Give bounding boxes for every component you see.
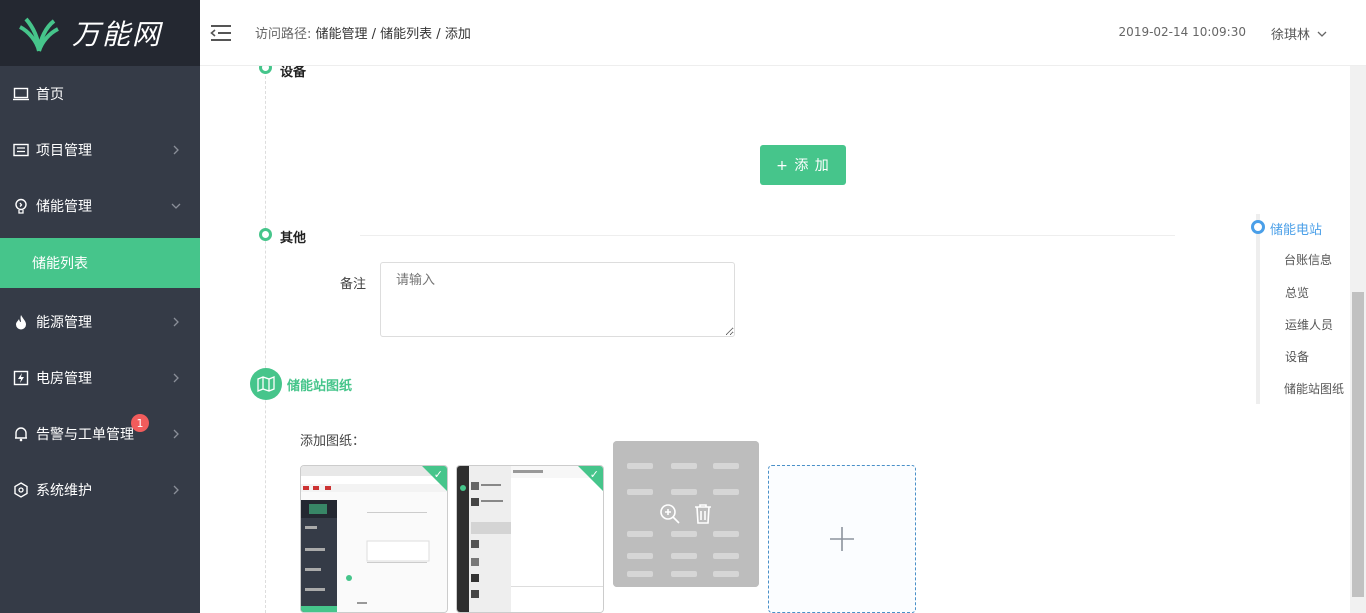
chevron-right-icon bbox=[173, 145, 179, 155]
current-datetime: 2019-02-14 10:09:30 bbox=[1118, 25, 1246, 39]
timeline-dot bbox=[259, 228, 272, 241]
anchor-rail bbox=[1256, 214, 1260, 404]
drawing-thumbnail-hover[interactable] bbox=[613, 441, 759, 587]
menu-toggle-icon[interactable] bbox=[210, 24, 232, 42]
remark-textarea[interactable] bbox=[380, 262, 735, 337]
sidebar-item-system[interactable]: 系统维护 bbox=[0, 462, 200, 518]
check-icon: ✓ bbox=[589, 468, 599, 481]
monitor-icon bbox=[12, 85, 30, 103]
sidebar-item-projects[interactable]: 项目管理 bbox=[0, 122, 200, 178]
bolt-icon bbox=[12, 369, 30, 387]
breadcrumb-path[interactable]: 储能管理 / 储能列表 / 添加 bbox=[316, 27, 471, 42]
sidebar-item-label: 系统维护 bbox=[36, 483, 92, 499]
sidebar-item-alarms[interactable]: 告警与工单管理 1 bbox=[0, 406, 200, 462]
sidebar-item-home[interactable]: 首页 bbox=[0, 66, 200, 122]
remark-label: 备注 bbox=[340, 277, 367, 292]
sidebar-item-label: 告警与工单管理 bbox=[36, 427, 134, 443]
upload-drawing-box[interactable] bbox=[768, 465, 916, 613]
gear-icon bbox=[12, 481, 30, 499]
logo[interactable]: 万能网 bbox=[0, 0, 200, 66]
add-equipment-button[interactable]: + 添 加 bbox=[760, 145, 846, 185]
sidebar-item-power-room[interactable]: 电房管理 bbox=[0, 350, 200, 406]
notification-badge: 1 bbox=[131, 414, 149, 432]
chevron-right-icon bbox=[173, 485, 179, 495]
top-header: 访问路径: 储能管理 / 储能列表 / 添加 2019-02-14 10:09:… bbox=[200, 0, 1366, 66]
delete-icon[interactable] bbox=[693, 503, 713, 525]
drawings-section-badge bbox=[250, 368, 282, 400]
sidebar-item-storage-list[interactable]: 储能列表 bbox=[0, 238, 200, 288]
sidebar-item-label: 能源管理 bbox=[36, 315, 92, 331]
sidebar-item-energy[interactable]: 能源管理 bbox=[0, 294, 200, 350]
scrollbar-thumb[interactable] bbox=[1352, 292, 1364, 597]
sidebar-nav: 首页 项目管理 储能管理 储能列表 能源管理 电房管理 告警与工单管理 1 系统… bbox=[0, 66, 200, 518]
sidebar-item-label: 储能列表 bbox=[32, 256, 88, 272]
check-icon: ✓ bbox=[433, 468, 443, 481]
anchor-link-station[interactable]: 储能电站 bbox=[1270, 219, 1322, 238]
chevron-down-icon bbox=[171, 203, 181, 209]
main-content: 设备 + 添 加 其他 备注 储能站图纸 添加图纸： bbox=[200, 66, 1337, 613]
anchor-link-ledger[interactable]: 台账信息 bbox=[1284, 251, 1332, 268]
zoom-in-icon[interactable] bbox=[659, 503, 681, 525]
anchor-active-indicator bbox=[1251, 220, 1265, 234]
sidebar: 万能网 首页 项目管理 储能管理 储能列表 能源管理 电房管理 告警与工单管理 … bbox=[0, 0, 200, 613]
thumbnail-actions bbox=[613, 441, 759, 587]
timeline-dot bbox=[259, 66, 272, 74]
section-title-drawings: 储能站图纸 bbox=[287, 379, 353, 394]
timeline-line bbox=[265, 66, 266, 613]
anchor-nav: 储能电站 台账信息 总览 运维人员 设备 储能站图纸 bbox=[1250, 214, 1360, 404]
drawing-thumbnail[interactable]: ✓ bbox=[456, 465, 604, 613]
anchor-link-operators[interactable]: 运维人员 bbox=[1285, 316, 1333, 333]
screenshot-preview bbox=[301, 466, 447, 612]
section-title-equipment: 设备 bbox=[280, 66, 307, 80]
map-icon bbox=[257, 376, 275, 392]
logo-mark-icon bbox=[19, 17, 59, 52]
anchor-link-drawings[interactable]: 储能站图纸 bbox=[1284, 380, 1344, 397]
bulb-icon bbox=[12, 197, 30, 215]
sidebar-item-label: 电房管理 bbox=[36, 371, 92, 387]
anchor-link-equipment[interactable]: 设备 bbox=[1285, 348, 1309, 365]
sidebar-item-label: 首页 bbox=[36, 87, 64, 103]
breadcrumb-prefix: 访问路径: bbox=[255, 27, 312, 42]
sidebar-item-label: 项目管理 bbox=[36, 143, 92, 159]
chevron-right-icon bbox=[173, 373, 179, 383]
sidebar-item-storage[interactable]: 储能管理 bbox=[0, 178, 200, 234]
section-title-other: 其他 bbox=[280, 231, 307, 246]
chevron-right-icon bbox=[173, 429, 179, 439]
bell-icon bbox=[12, 425, 30, 443]
breadcrumb: 访问路径: 储能管理 / 储能列表 / 添加 bbox=[255, 23, 471, 42]
fire-icon bbox=[12, 313, 30, 331]
chevron-right-icon bbox=[173, 317, 179, 327]
logo-text: 万能网 bbox=[72, 18, 163, 51]
list-icon bbox=[12, 141, 30, 159]
drawing-thumbnail[interactable]: ✓ bbox=[300, 465, 448, 613]
plus-icon bbox=[830, 527, 854, 551]
page-scrollbar[interactable] bbox=[1350, 66, 1366, 613]
sidebar-item-label: 储能管理 bbox=[36, 199, 92, 215]
section-divider bbox=[360, 235, 1175, 236]
chevron-down-icon bbox=[1317, 31, 1327, 37]
screenshot-preview bbox=[457, 466, 603, 612]
user-name: 徐琪林 bbox=[1270, 28, 1310, 43]
anchor-link-overview[interactable]: 总览 bbox=[1285, 284, 1309, 301]
add-drawings-label: 添加图纸： bbox=[300, 434, 366, 449]
user-menu[interactable]: 徐琪林 bbox=[1271, 24, 1328, 43]
